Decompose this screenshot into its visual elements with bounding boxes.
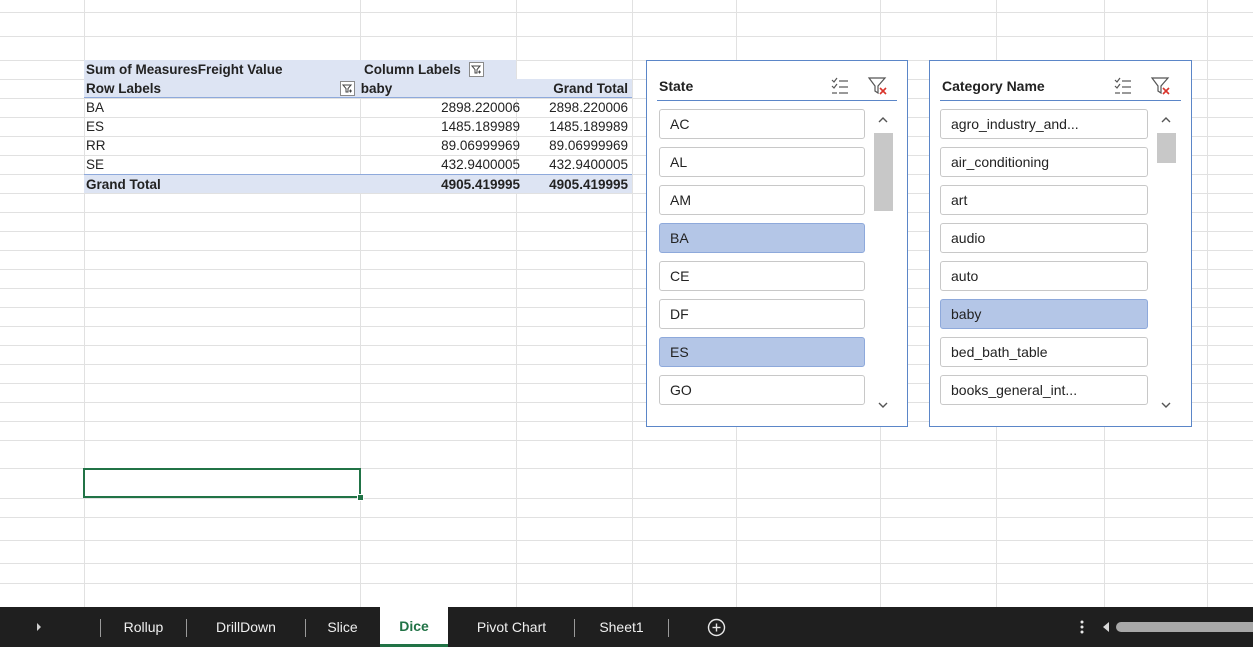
scroll-tabs-right-icon[interactable] (34, 620, 44, 634)
clear-filter-icon[interactable] (1150, 75, 1172, 97)
slicer-scrollbar[interactable] (1156, 111, 1176, 414)
scroll-up-icon[interactable] (877, 115, 889, 125)
pivot-row-label: SE (86, 157, 105, 172)
pivot-cell-grand-total: 1485.189989 (549, 119, 628, 134)
slicer-item[interactable]: agro_industry_and... (940, 109, 1148, 139)
pivot-data-row[interactable]: RR 89.06999969 89.06999969 (84, 136, 632, 155)
pivot-cell-grand-total: 2898.220006 (549, 100, 628, 115)
column-labels-text: Column Labels (364, 62, 461, 77)
pivot-row-label: ES (86, 119, 105, 134)
slicer-header: Category Name (940, 71, 1181, 101)
slicer-item[interactable]: audio (940, 223, 1148, 253)
plus-circle-icon[interactable] (707, 618, 726, 637)
pivot-cell-baby: 1485.189989 (441, 119, 520, 134)
pivot-grand-total-row[interactable]: Grand Total 4905.419995 4905.419995 (84, 174, 632, 193)
category-name-slicer[interactable]: Category Name agro_industry_and... air_c… (929, 60, 1192, 427)
pivot-column-item: baby (360, 81, 393, 96)
tab-slice[interactable]: Slice (306, 607, 379, 647)
slicer-item[interactable]: air_conditioning (940, 147, 1148, 177)
fill-handle[interactable] (357, 494, 364, 501)
pivot-row-labels-header[interactable]: Row Labels (86, 79, 161, 98)
slicer-item-label: AL (670, 154, 688, 170)
slicer-item-label: auto (951, 268, 979, 284)
pivot-total-baby: 4905.419995 (441, 177, 520, 192)
multi-select-icon[interactable] (1112, 75, 1134, 97)
pivot-cell-baby: 89.06999969 (441, 138, 520, 153)
slicer-item-selected[interactable]: baby (940, 299, 1148, 329)
state-slicer[interactable]: State AC AL AM BA CE DF ES GO (646, 60, 908, 427)
column-labels-filter-icon[interactable] (468, 62, 484, 77)
slicer-item-label: ES (670, 344, 689, 360)
slicer-item-label: books_general_int... (951, 382, 1078, 398)
scroll-down-icon[interactable] (1160, 400, 1172, 410)
slicer-header: State (657, 71, 897, 101)
pivot-cell-grand-total: 89.06999969 (549, 138, 628, 153)
slicer-item-selected[interactable]: ES (659, 337, 865, 367)
slicer-item[interactable]: auto (940, 261, 1148, 291)
tab-sheet1[interactable]: Sheet1 (575, 607, 668, 647)
slicer-item[interactable]: GO (659, 375, 865, 405)
slicer-item-label: baby (951, 306, 982, 322)
pivot-row-label: RR (86, 138, 106, 153)
tab-rollup[interactable]: Rollup (101, 607, 186, 647)
slicer-item-label: CE (670, 268, 690, 284)
pivot-row-label: BA (86, 100, 105, 115)
pivot-column-labels-header[interactable]: Column Labels (364, 60, 484, 79)
sheet-tab-bar: Rollup DrillDown Slice Dice Pivot Chart … (0, 607, 1253, 647)
slicer-item-label: AC (670, 116, 690, 132)
scroll-up-icon[interactable] (1160, 115, 1172, 125)
slicer-item-label: bed_bath_table (951, 344, 1048, 360)
pivot-total-grand-total: 4905.419995 (549, 177, 628, 192)
tab-drilldown[interactable]: DrillDown (187, 607, 305, 647)
pivot-data-row[interactable]: SE 432.9400005 432.9400005 (84, 155, 632, 174)
slicer-item-label: agro_industry_and... (951, 116, 1079, 132)
pivot-total-label: Grand Total (86, 177, 161, 192)
slicer-title: Category Name (942, 78, 1045, 94)
slicer-item[interactable]: books_general_int... (940, 375, 1148, 405)
slicer-item-label: BA (670, 230, 689, 246)
slicer-item[interactable]: AM (659, 185, 865, 215)
pivot-data-row[interactable]: BA 2898.220006 2898.220006 (84, 98, 632, 117)
slicer-item-label: GO (670, 382, 692, 398)
slicer-item-label: AM (670, 192, 691, 208)
slicer-item-label: art (951, 192, 968, 208)
slicer-item-label: DF (670, 306, 689, 322)
slicer-item[interactable]: art (940, 185, 1148, 215)
pivot-cell-grand-total: 432.9400005 (549, 157, 628, 172)
slicer-item-selected[interactable]: BA (659, 223, 865, 253)
scroll-down-icon[interactable] (877, 400, 889, 410)
scroll-left-icon[interactable] (1101, 621, 1111, 633)
slicer-item[interactable]: AL (659, 147, 865, 177)
horizontal-scrollbar-thumb[interactable] (1116, 622, 1253, 632)
slicer-item-label: audio (951, 230, 986, 246)
pivot-value-header[interactable]: Sum of MeasuresFreight Value (86, 60, 283, 79)
pivot-table[interactable]: Sum of MeasuresFreight Value Column Labe… (84, 60, 632, 193)
pivot-cell-baby: 2898.220006 (441, 100, 520, 115)
row-labels-filter-button[interactable]: baby (340, 79, 392, 98)
tab-pivot-chart[interactable]: Pivot Chart (449, 607, 574, 647)
slicer-item[interactable]: bed_bath_table (940, 337, 1148, 367)
scrollbar-thumb[interactable] (1157, 133, 1176, 163)
pivot-header-row-2: Row Labels baby Grand Total (84, 79, 632, 98)
pivot-grand-total-col-header: Grand Total (553, 81, 628, 96)
slicer-item[interactable]: DF (659, 299, 865, 329)
slicer-item[interactable]: AC (659, 109, 865, 139)
vertical-ellipsis-icon[interactable] (1077, 617, 1087, 637)
slicer-item-label: air_conditioning (951, 154, 1050, 170)
pivot-data-row[interactable]: ES 1485.189989 1485.189989 (84, 117, 632, 136)
slicer-item[interactable]: CE (659, 261, 865, 291)
slicer-title: State (659, 78, 694, 94)
scrollbar-thumb[interactable] (874, 133, 893, 211)
tab-separator (668, 619, 669, 637)
clear-filter-icon[interactable] (867, 75, 889, 97)
active-cell[interactable] (83, 468, 364, 501)
pivot-header-row-1: Sum of MeasuresFreight Value Column Labe… (84, 60, 516, 79)
row-labels-filter-icon[interactable] (340, 81, 355, 96)
slicer-scrollbar[interactable] (873, 111, 893, 414)
pivot-cell-baby: 432.9400005 (441, 157, 520, 172)
multi-select-icon[interactable] (829, 75, 851, 97)
tab-dice[interactable]: Dice (380, 607, 448, 647)
